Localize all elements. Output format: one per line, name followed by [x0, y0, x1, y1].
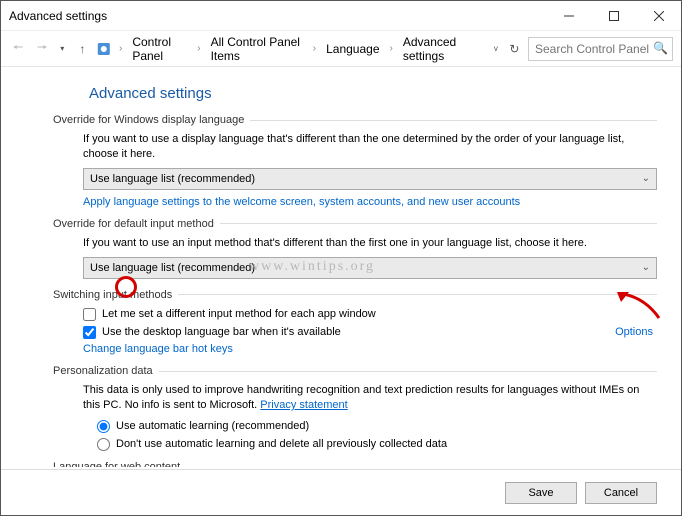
close-button[interactable] [636, 1, 681, 31]
back-button[interactable]: 🠔 [9, 37, 27, 61]
search-input[interactable] [528, 37, 673, 61]
hotkeys-link[interactable]: Change language bar hot keys [83, 343, 233, 355]
section1-desc: If you want to use a display language th… [83, 132, 657, 162]
input-method-dropdown[interactable]: Use language list (recommended)⌄ [83, 257, 657, 279]
divider [159, 371, 657, 372]
chevron-right-icon: › [388, 43, 395, 54]
footer: Save Cancel [1, 469, 681, 515]
maximize-button[interactable] [591, 1, 636, 31]
refresh-button[interactable]: ↻ [507, 42, 522, 56]
desktop-language-bar-checkbox-row[interactable]: Use the desktop language bar when it's a… [83, 325, 615, 339]
crumb-level2[interactable]: Language [324, 40, 381, 58]
auto-learning-radio[interactable] [97, 420, 110, 433]
no-learning-radio[interactable] [97, 438, 110, 451]
apply-language-link[interactable]: Apply language settings to the welcome s… [83, 196, 520, 208]
address-dropdown[interactable]: v [491, 44, 501, 53]
page-title: Advanced settings [89, 85, 657, 102]
control-panel-icon [97, 40, 111, 58]
section4-title: Personalization data [53, 365, 153, 377]
cancel-button[interactable]: Cancel [585, 482, 657, 504]
content-area: Advanced settings Override for Windows d… [1, 67, 681, 467]
chevron-down-icon: ⌄ [642, 262, 650, 273]
privacy-link[interactable]: Privacy statement [260, 399, 347, 411]
chevron-right-icon: › [311, 43, 318, 54]
section4-desc: This data is only used to improve handwr… [83, 383, 657, 413]
section2-desc: If you want to use an input method that'… [83, 236, 657, 251]
chevron-right-icon: › [195, 43, 202, 54]
divider [220, 223, 657, 224]
section3-title: Switching input methods [53, 289, 172, 301]
auto-learning-radio-row[interactable]: Use automatic learning (recommended) [97, 419, 657, 433]
save-button[interactable]: Save [505, 482, 577, 504]
divider [250, 120, 657, 121]
display-language-dropdown[interactable]: Use language list (recommended)⌄ [83, 168, 657, 190]
minimize-button[interactable] [546, 1, 591, 31]
chevron-right-icon: › [117, 43, 124, 54]
title-bar: Advanced settings [1, 1, 681, 31]
divider [178, 294, 657, 295]
forward-button[interactable]: 🠖 [33, 37, 51, 61]
crumb-root[interactable]: Control Panel [130, 33, 189, 65]
up-button[interactable]: ↑ [73, 37, 91, 61]
chevron-down-icon: ⌄ [642, 173, 650, 184]
section5-title: Language for web content [53, 461, 180, 467]
crumb-level3: Advanced settings [401, 33, 479, 65]
per-app-input-checkbox-row[interactable]: Let me set a different input method for … [83, 307, 657, 321]
history-dropdown[interactable]: ▾ [57, 44, 67, 53]
nav-bar: 🠔 🠖 ▾ ↑ › Control Panel › All Control Pa… [1, 31, 681, 67]
search-icon: 🔍 [653, 41, 668, 55]
window-title: Advanced settings [9, 9, 546, 23]
section2-title: Override for default input method [53, 218, 214, 230]
crumb-level1[interactable]: All Control Panel Items [209, 33, 305, 65]
section1-title: Override for Windows display language [53, 114, 244, 126]
no-learning-radio-row[interactable]: Don't use automatic learning and delete … [97, 437, 657, 451]
desktop-language-bar-checkbox[interactable] [83, 326, 96, 339]
per-app-input-checkbox[interactable] [83, 308, 96, 321]
options-link[interactable]: Options [615, 326, 653, 338]
